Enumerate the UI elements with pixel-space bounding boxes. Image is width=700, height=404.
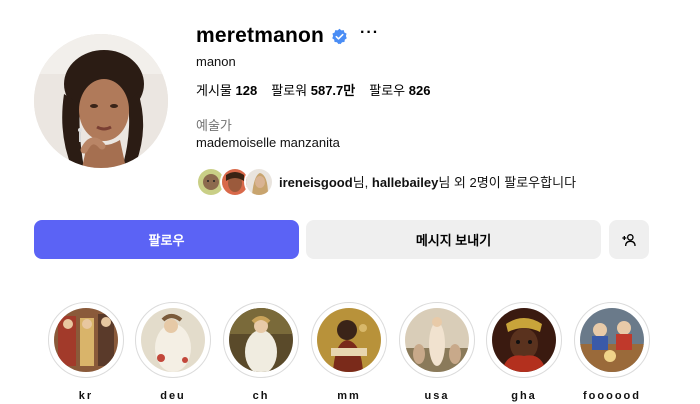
send-message-button[interactable]: 메시지 보내기 xyxy=(306,220,601,259)
highlight-ring xyxy=(399,302,475,378)
followed-by-separator: 님, xyxy=(352,174,372,190)
verified-badge-icon xyxy=(332,28,347,44)
username: meretmanon xyxy=(196,24,325,47)
highlight-label: ch xyxy=(252,390,270,402)
followers-value: 587.7만 xyxy=(310,83,356,98)
highlight-ring xyxy=(48,302,124,378)
highlight-ring xyxy=(135,302,211,378)
posts-label: 게시물 xyxy=(196,83,232,98)
followed-by-row[interactable]: ireneisgood님, hallebailey님 외 2명이 팔로우합니다 xyxy=(196,166,576,197)
follower-username[interactable]: ireneisgood xyxy=(279,175,353,190)
highlight-ring xyxy=(223,302,299,378)
profile-bio: mademoiselle manzanita xyxy=(196,135,340,150)
following-value: 826 xyxy=(408,83,431,98)
posts-count[interactable]: 게시물 128 xyxy=(196,80,257,99)
followed-by-suffix: 님 외 2명이 팔로우합니다 xyxy=(438,174,577,190)
highlight-cover xyxy=(405,308,469,372)
highlight-label: usa xyxy=(424,390,450,402)
highlight-label: deu xyxy=(160,390,186,402)
followers-label: 팔로워 xyxy=(271,83,308,98)
highlight-cover xyxy=(492,308,556,372)
highlight-label: mm xyxy=(337,390,361,402)
follow-button[interactable]: 팔로우 xyxy=(34,220,299,259)
highlight-kr[interactable]: kr xyxy=(47,302,125,402)
full-name: manon xyxy=(196,54,236,69)
follower-avatars xyxy=(196,166,276,197)
highlight-usa[interactable]: usa xyxy=(398,302,476,402)
highlight-label: gha xyxy=(511,390,537,402)
following-count[interactable]: 팔로우 826 xyxy=(369,80,430,99)
highlight-cover xyxy=(141,308,205,372)
highlight-ring xyxy=(311,302,387,378)
add-person-icon xyxy=(622,233,636,246)
highlight-cover xyxy=(54,308,118,372)
followers-count[interactable]: 팔로워 587.7만 xyxy=(271,80,355,99)
suggested-users-button[interactable] xyxy=(609,220,649,259)
profile-avatar[interactable] xyxy=(34,34,168,168)
followed-by-text: ireneisgood님, hallebailey님 외 2명이 팔로우합니다 xyxy=(279,172,576,191)
follower-username[interactable]: hallebailey xyxy=(372,175,438,190)
username-row: meretmanon ··· xyxy=(196,22,379,50)
profile-photo xyxy=(34,34,168,168)
highlight-ch[interactable]: ch xyxy=(222,302,300,402)
highlight-cover xyxy=(317,308,381,372)
profile-stats: 게시물 128 팔로워 587.7만 팔로우 826 xyxy=(196,80,430,99)
highlight-cover xyxy=(580,308,644,372)
highlight-deu[interactable]: deu xyxy=(134,302,212,402)
more-options-icon[interactable]: ··· xyxy=(360,25,379,44)
highlight-mm[interactable]: mm xyxy=(310,302,388,402)
highlight-ring xyxy=(574,302,650,378)
highlight-cover xyxy=(229,308,293,372)
profile-category: 예술가 xyxy=(196,118,232,133)
posts-value: 128 xyxy=(235,83,258,98)
highlight-label: foooood xyxy=(583,390,641,402)
highlight-ring xyxy=(486,302,562,378)
highlight-label: kr xyxy=(78,390,94,402)
follower-avatar xyxy=(244,167,274,197)
following-label: 팔로우 xyxy=(369,83,406,98)
highlight-foooood[interactable]: foooood xyxy=(573,302,651,402)
highlight-gha[interactable]: gha xyxy=(485,302,563,402)
